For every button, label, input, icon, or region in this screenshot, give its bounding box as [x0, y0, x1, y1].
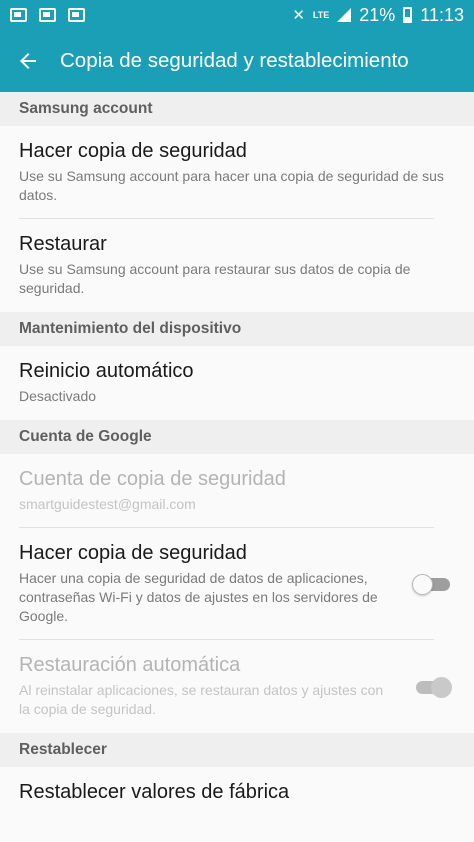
- factory-reset-item[interactable]: Restablecer valores de fábrica: [0, 767, 474, 819]
- auto-restart-item[interactable]: Reinicio automático Desactivado: [0, 346, 474, 420]
- page-title: Copia de seguridad y restablecimiento: [60, 49, 409, 72]
- backup-account-item: Cuenta de copia de seguridad smartguides…: [0, 454, 474, 528]
- samsung-restore-item[interactable]: Restaurar Use su Samsung account para re…: [0, 219, 474, 312]
- item-summary: Use su Samsung account para hacer una co…: [19, 168, 444, 203]
- item-title: Hacer copia de seguridad: [19, 140, 247, 162]
- item-title: Reinicio automático: [19, 360, 194, 382]
- item-title: Hacer copia de seguridad: [19, 542, 247, 564]
- switch-thumb: [412, 574, 433, 595]
- section-header-samsung: Samsung account: [0, 92, 474, 126]
- item-summary: Hacer una copia de seguridad de datos de…: [19, 570, 378, 624]
- network-type: LTE: [312, 9, 330, 20]
- settings-list: Samsung account Hacer copia de seguridad…: [0, 92, 474, 819]
- item-summary: Use su Samsung account para restaurar su…: [19, 261, 411, 296]
- battery-icon: [403, 7, 413, 23]
- mute-icon: ✕: [292, 7, 305, 24]
- message-icon: [68, 8, 85, 22]
- message-icon: [39, 8, 56, 22]
- item-title: Cuenta de copia de seguridad: [19, 468, 286, 490]
- gallery-icon: [10, 8, 27, 22]
- item-title: Restauración automática: [19, 654, 241, 676]
- section-header-maintenance: Mantenimiento del dispositivo: [0, 312, 474, 346]
- signal-icon: [337, 8, 352, 22]
- switch-thumb: [431, 676, 452, 698]
- section-header-reset: Restablecer: [0, 733, 474, 767]
- section-header-google: Cuenta de Google: [0, 420, 474, 454]
- item-summary: Al reinstalar aplicaciones, se restauran…: [19, 682, 384, 717]
- item-summary: Desactivado: [19, 388, 97, 404]
- status-bar: ✕ LTE 21% 11:13: [0, 0, 474, 30]
- auto-restore-item: Restauración automática Al reinstalar ap…: [0, 640, 474, 733]
- item-summary: smartguidestest@gmail.com: [19, 496, 196, 512]
- auto-restore-switch: [412, 676, 452, 698]
- battery-percent: 21%: [359, 4, 396, 25]
- google-backup-switch[interactable]: [412, 574, 452, 595]
- clock: 11:13: [420, 4, 464, 25]
- item-title: Restablecer valores de fábrica: [19, 781, 290, 803]
- item-title: Restaurar: [19, 233, 107, 255]
- samsung-backup-item[interactable]: Hacer copia de seguridad Use su Samsung …: [0, 126, 474, 219]
- google-backup-item[interactable]: Hacer copia de seguridad Hacer una copia…: [0, 528, 474, 640]
- app-bar: Copia de seguridad y restablecimiento: [0, 30, 474, 92]
- arrow-left-icon[interactable]: [16, 49, 40, 73]
